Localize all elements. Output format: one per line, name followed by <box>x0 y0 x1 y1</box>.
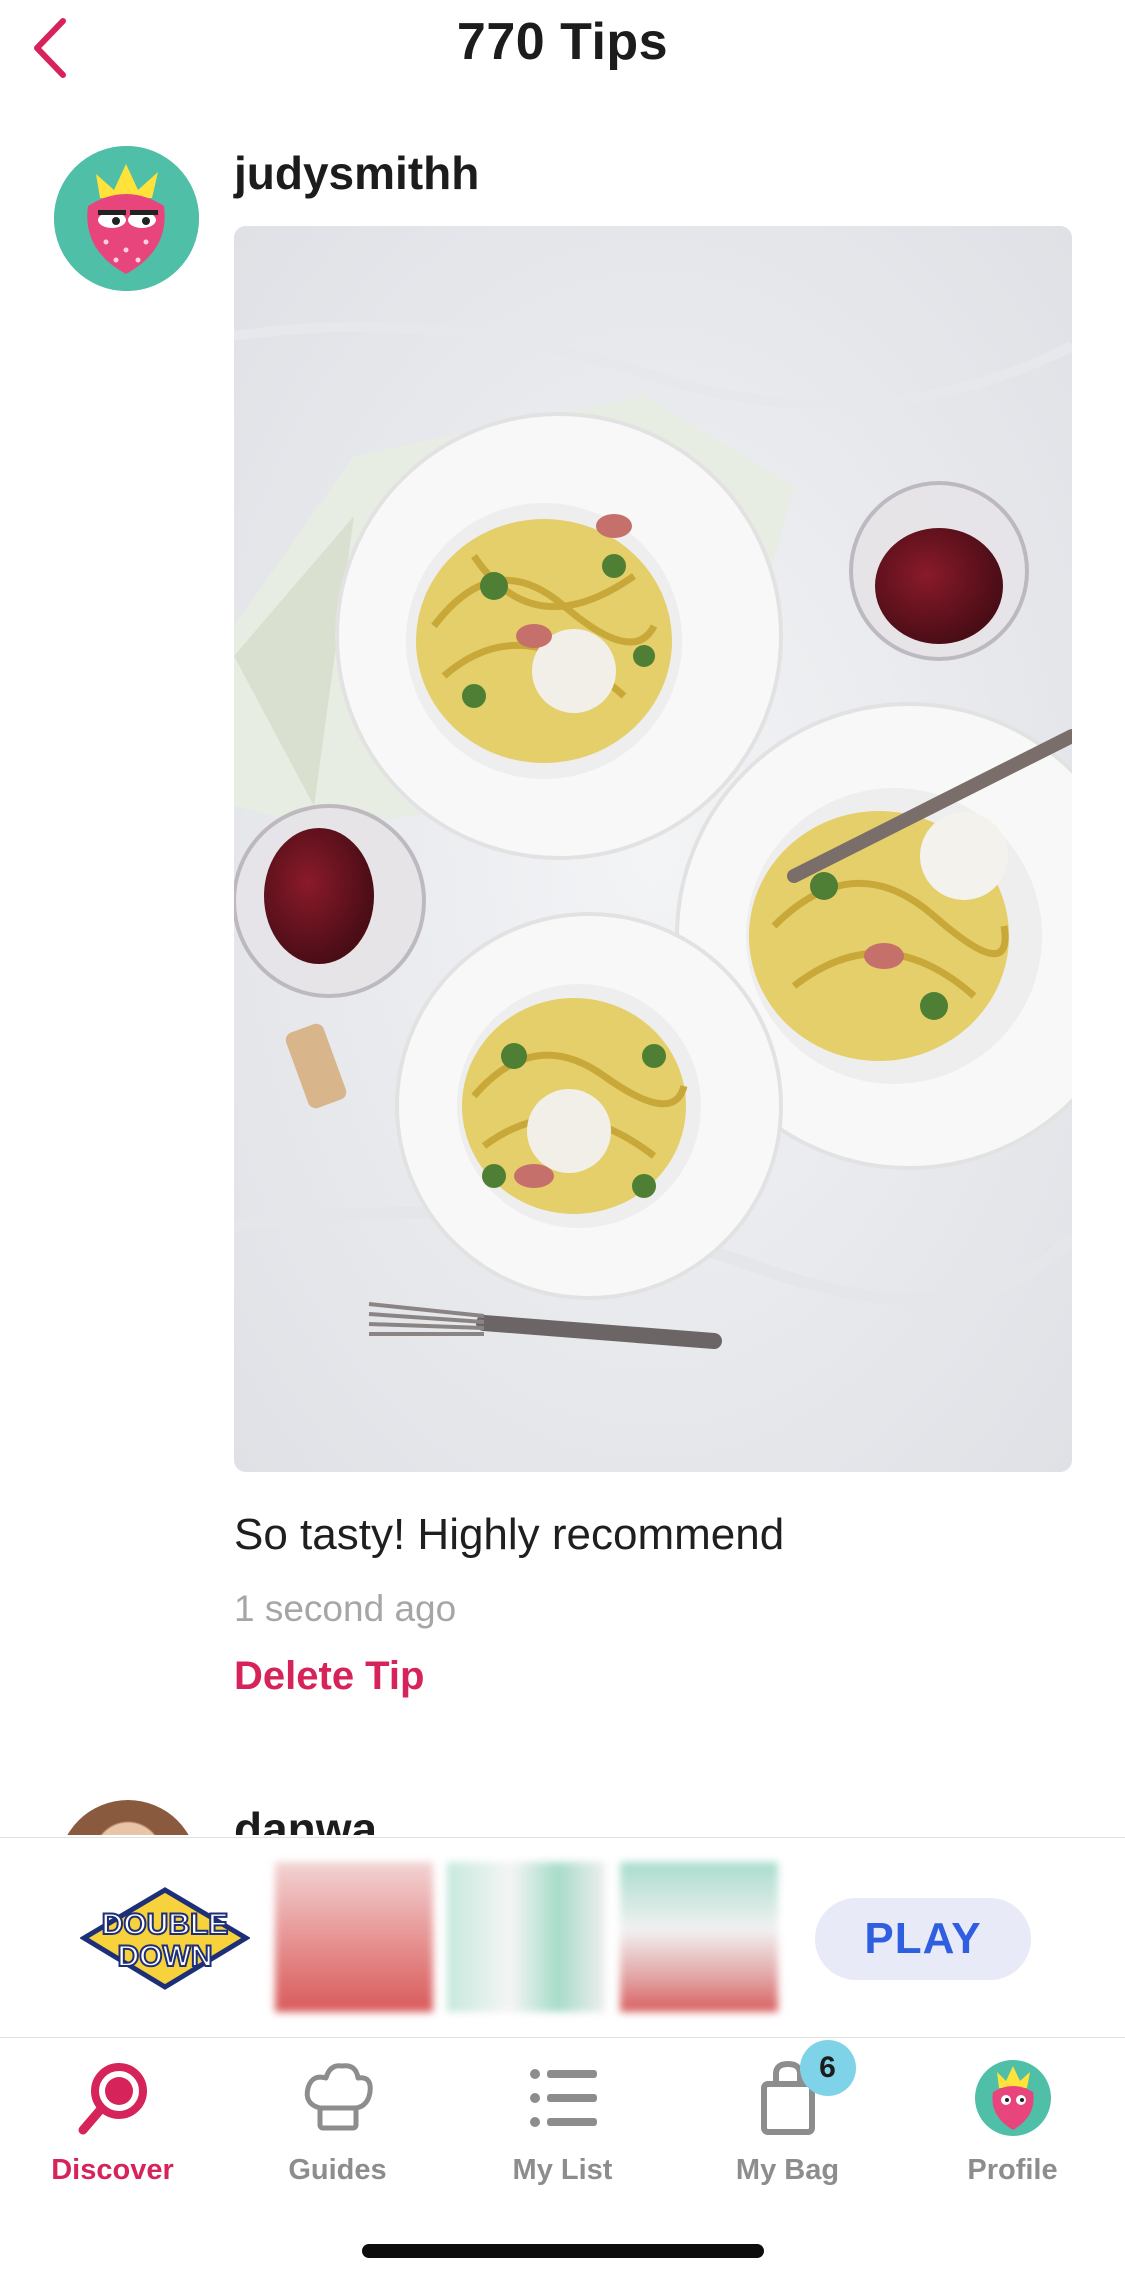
tab-guides[interactable]: Guides <box>225 2058 450 2208</box>
ad-banner[interactable]: DOUBLE DOWN PLAY <box>0 1837 1125 2038</box>
doubledown-logo[interactable]: DOUBLE DOWN <box>79 1886 251 1991</box>
tab-label: My Bag <box>735 2154 840 2186</box>
page-title: 770 Tips <box>456 13 669 71</box>
chef-hat-icon <box>298 2058 378 2138</box>
tip-timestamp: 1 second ago <box>234 1588 457 1629</box>
ad-thumbnail[interactable] <box>275 1862 433 2012</box>
list-icon <box>523 2058 603 2138</box>
ad-thumbnail[interactable] <box>620 1862 778 2012</box>
tab-label: Discover <box>51 2154 174 2186</box>
tab-label: Profile <box>967 2154 1058 2186</box>
next-tip-item[interactable]: danwa <box>0 1790 1125 1835</box>
tip-username[interactable]: danwa <box>234 1802 377 1835</box>
search-icon <box>73 2058 153 2138</box>
tab-my-bag[interactable]: 6 My Bag <box>675 2040 900 2208</box>
tab-label: Guides <box>288 2154 387 2186</box>
tip-username[interactable]: judysmithh <box>234 146 479 200</box>
ad-thumbnail[interactable] <box>447 1862 605 2012</box>
tab-profile[interactable]: Profile <box>900 2058 1125 2208</box>
tab-label: My List <box>512 2154 613 2186</box>
logo-text-2: DOWN <box>118 1940 213 1973</box>
tab-discover[interactable]: Discover <box>0 2058 225 2208</box>
delete-tip-button[interactable]: Delete Tip <box>234 1654 424 1699</box>
bag-count-badge: 6 <box>799 2040 856 2096</box>
tip-text: So tasty! Highly recommend <box>234 1510 785 1559</box>
avatar[interactable] <box>58 1800 198 1835</box>
strawberry-avatar-icon <box>54 146 199 291</box>
profile-avatar-icon <box>973 2058 1053 2138</box>
bag-icon: 6 <box>748 2040 856 2138</box>
home-indicator[interactable] <box>362 2244 764 2258</box>
logo-text-1: DOUBLE <box>102 1908 229 1941</box>
tab-my-list[interactable]: My List <box>450 2058 675 2208</box>
tip-photo[interactable] <box>234 226 1072 1472</box>
header: 770 Tips <box>0 0 1125 110</box>
avatar[interactable] <box>54 146 199 291</box>
pasta-photo <box>234 226 1072 1472</box>
play-button[interactable]: PLAY <box>815 1898 1031 1980</box>
